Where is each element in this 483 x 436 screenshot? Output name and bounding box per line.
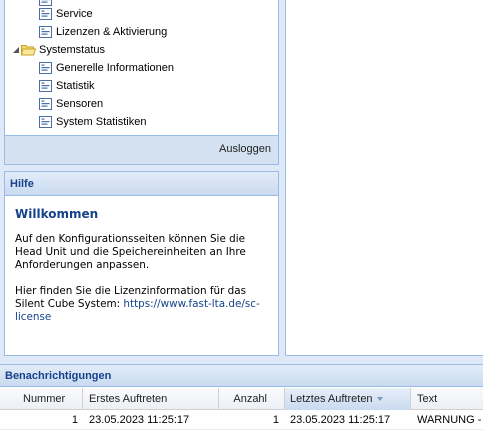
notifications-grid-header: Nummer Erstes Auftreten Anzahl Letztes A… bbox=[0, 388, 483, 410]
tree-item-label: Lizenzen & Aktivierung bbox=[56, 26, 168, 38]
table-row[interactable]: 1 23.05.2023 11:25:17 1 23.05.2023 11:25… bbox=[0, 410, 483, 430]
tree-item-label: System Statistiken bbox=[56, 116, 147, 128]
column-header-label: Erstes Auftreten bbox=[89, 393, 168, 405]
document-icon bbox=[39, 62, 52, 74]
document-icon bbox=[39, 8, 52, 20]
sort-descending-icon bbox=[376, 397, 383, 402]
expand-arrow-icon[interactable] bbox=[12, 46, 21, 55]
navigation-panel: Service Lizenzen & Aktivierung Systemsta… bbox=[4, 0, 279, 165]
main-content-panel bbox=[285, 0, 483, 356]
cell-erstes-auftreten: 23.05.2023 11:25:17 bbox=[89, 414, 190, 426]
document-icon bbox=[39, 116, 52, 128]
column-header-label: Anzahl bbox=[233, 393, 267, 405]
document-icon bbox=[39, 80, 52, 92]
column-header-nummer[interactable]: Nummer bbox=[0, 388, 83, 410]
help-panel-header: Hilfe bbox=[5, 172, 278, 196]
cell-text: WARNUNG - bbox=[417, 414, 482, 426]
tree-item-statistik[interactable]: Statistik bbox=[39, 77, 95, 95]
cell-nummer: 1 bbox=[71, 414, 78, 426]
tree-folder-systemstatus[interactable]: Systemstatus bbox=[12, 41, 105, 59]
tree-item-lizenzen[interactable]: Lizenzen & Aktivierung bbox=[39, 23, 167, 41]
document-icon bbox=[39, 98, 52, 110]
navigation-footer: Ausloggen bbox=[5, 135, 278, 164]
help-paragraph: Auf den Konfigurationsseiten können Sie … bbox=[15, 233, 246, 271]
cell-letztes-auftreten: 23.05.2023 11:25:17 bbox=[290, 414, 391, 426]
tree-item-system-statistiken[interactable]: System Statistiken bbox=[39, 113, 146, 131]
help-title: Willkommen bbox=[15, 207, 99, 221]
help-panel: Hilfe Willkommen Auf den Konfigurationss… bbox=[4, 171, 279, 356]
document-icon bbox=[39, 26, 52, 38]
folder-open-icon bbox=[20, 44, 37, 56]
tree-item-label: Service bbox=[56, 8, 93, 20]
tree-item-label: Generelle Informationen bbox=[56, 62, 175, 74]
column-header-letztes-auftreten[interactable]: Letztes Auftreten bbox=[285, 388, 411, 410]
logout-button[interactable]: Ausloggen bbox=[219, 143, 271, 155]
tree-item-label: Sensoren bbox=[56, 98, 104, 110]
navigation-tree: Service Lizenzen & Aktivierung Systemsta… bbox=[5, 0, 278, 136]
column-header-text[interactable]: Text bbox=[411, 388, 483, 410]
tree-item-label: Statistik bbox=[56, 80, 95, 92]
notifications-panel: Benachrichtigungen Nummer Erstes Auftret… bbox=[0, 364, 483, 436]
help-body: Auf den Konfigurationsseiten können Sie … bbox=[15, 233, 273, 337]
column-header-label: Nummer bbox=[23, 393, 66, 405]
tree-item-label: Systemstatus bbox=[39, 44, 106, 56]
notifications-header: Benachrichtigungen bbox=[0, 365, 483, 387]
column-header-erstes-auftreten[interactable]: Erstes Auftreten bbox=[83, 388, 219, 410]
tree-item-sensoren[interactable]: Sensoren bbox=[39, 95, 103, 113]
help-paragraph-license: Hier finden Sie die Lizenzinformation fü… bbox=[15, 285, 273, 324]
column-header-label: Letztes Auftreten bbox=[290, 393, 373, 405]
column-header-label: Text bbox=[417, 393, 438, 405]
column-header-anzahl[interactable]: Anzahl bbox=[219, 388, 285, 410]
tree-item-generelle-informationen[interactable]: Generelle Informationen bbox=[39, 59, 174, 77]
cell-anzahl: 1 bbox=[272, 414, 279, 426]
tree-item-service[interactable]: Service bbox=[39, 5, 93, 23]
